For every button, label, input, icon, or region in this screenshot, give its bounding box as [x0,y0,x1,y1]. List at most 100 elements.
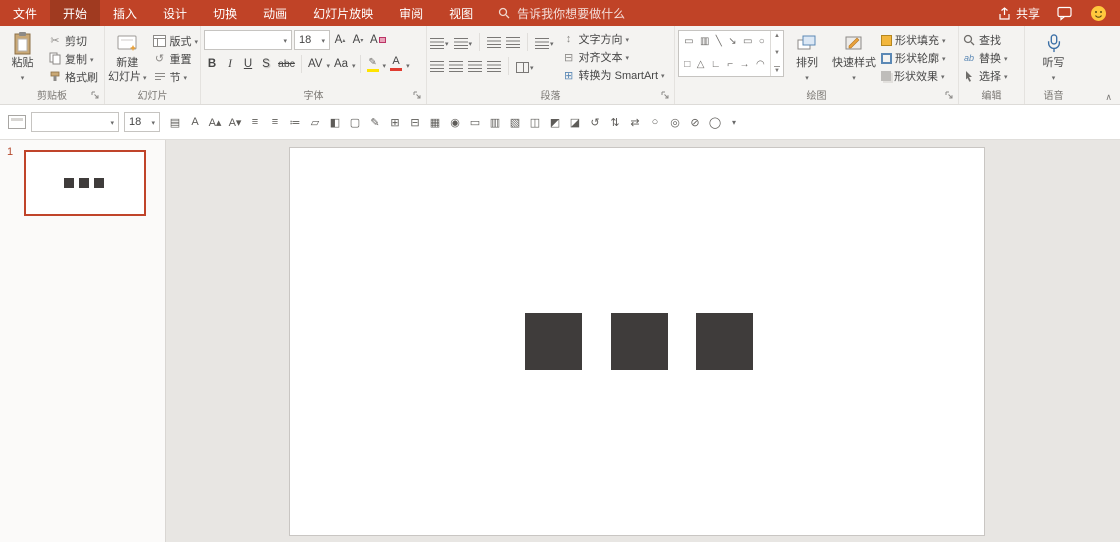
rectangle-shape[interactable]: ▭ [743,37,752,47]
tab-view[interactable]: 视图 [436,0,486,26]
bullets-button[interactable] [430,35,449,49]
text-highlight-color-button[interactable] [365,54,381,73]
clear-formatting-button[interactable]: A [368,31,388,49]
font-color-icon[interactable]: A [185,111,205,133]
slide-thumbnail-1[interactable] [24,150,146,216]
layout-button[interactable]: 版式 [150,32,202,49]
decrease-font-size-button[interactable]: A [350,31,366,49]
align-left-icon[interactable]: ≡ [245,111,265,133]
slide-preview-icon[interactable] [8,115,26,129]
text-box-shape[interactable]: ▭ [684,37,693,47]
reset-button[interactable]: 重置 [150,50,202,67]
bold-button[interactable]: B [204,55,220,73]
replace-button[interactable]: 替换 [962,50,1008,66]
italic-button[interactable]: I [222,55,238,73]
arrow-line-shape[interactable]: ↘ [728,37,736,47]
oval-shape[interactable]: ○ [759,37,765,47]
screen-recording-icon[interactable]: ◉ [445,111,465,133]
bring-forward-icon[interactable]: ◩ [545,111,565,133]
strikethrough-button[interactable]: abc [276,55,297,73]
increase-font-size-button[interactable]: A [332,31,348,49]
toolbar-more-commands-icon[interactable] [732,118,736,127]
donut-icon[interactable]: ◎ [665,111,685,133]
text-direction-button[interactable]: 文字方向 [562,31,665,47]
clipboard-dialog-launcher[interactable] [91,91,101,101]
text-shadow-button[interactable]: S [258,55,274,73]
convert-to-smartart-button[interactable]: 转换为 SmartArt [562,67,665,83]
gallery-scroll-up-icon[interactable]: ▲ [774,33,780,39]
comments-button[interactable] [1057,6,1073,21]
tab-insert[interactable]: 插入 [100,0,150,26]
paragraph-dialog-launcher[interactable] [661,91,671,101]
chart-icon[interactable]: ▧ [505,111,525,133]
numbering-button[interactable] [454,35,473,49]
grow-font-icon[interactable]: A▴ [205,111,225,133]
triangle-shape[interactable]: △ [697,60,705,70]
format-painter-icon[interactable]: ✎ [365,111,385,133]
align-center-icon[interactable]: ≡ [265,111,285,133]
slide-shape-rectangle-3[interactable] [696,313,753,370]
drawing-dialog-launcher[interactable] [945,91,955,101]
no-fill-icon[interactable]: ⊘ [685,111,705,133]
decrease-indent-button[interactable] [487,37,501,48]
format-painter-button[interactable]: 格式刷 [45,68,101,85]
font-size-combo[interactable]: 18 [294,30,330,50]
font-name-combo[interactable] [204,30,292,50]
tab-animations[interactable]: 动画 [250,0,300,26]
new-slide-button[interactable]: 新建 幻灯片 [108,30,147,83]
send-backward-icon[interactable]: ◪ [565,111,585,133]
font-dialog-launcher[interactable] [413,91,423,101]
align-text-button[interactable]: 对齐文本 [562,49,665,65]
shape-fill-icon[interactable]: ◧ [325,111,345,133]
tab-home[interactable]: 开始 [50,0,100,26]
square-shape[interactable]: □ [684,60,690,70]
line-spacing-button[interactable] [535,35,554,49]
slide-canvas[interactable] [289,147,985,536]
shape-fill-button[interactable]: 形状填充 [881,32,946,48]
bullets-icon[interactable]: ≔ [285,111,305,133]
font-color-button[interactable]: A [388,55,404,72]
slide-thumbnail-panel[interactable]: 1 [0,140,166,542]
elbow-connector-shape[interactable]: ∟ [711,60,721,70]
corner-shape[interactable]: ⌐ [727,60,733,70]
circle-icon[interactable]: ◯ [705,111,725,133]
increase-indent-button[interactable] [506,37,520,48]
align-right-button[interactable] [468,61,482,72]
shape-outline-button[interactable]: 形状轮廓 [881,50,946,66]
align-objects-icon[interactable]: ⇅ [605,111,625,133]
oval-icon[interactable]: ○ [645,111,665,133]
change-case-button[interactable]: Aa [332,55,350,73]
cut-button[interactable]: 剪切 [45,32,101,49]
gallery-scroll-down-icon[interactable]: ▼ [774,50,780,56]
distribute-icon[interactable]: ⇄ [625,111,645,133]
tab-review[interactable]: 审阅 [386,0,436,26]
dictate-button[interactable]: 听写 [1031,30,1077,83]
copy-icon[interactable]: ⊞ [385,111,405,133]
quick-styles-button[interactable]: 快速样式 [830,30,878,83]
gallery-more-icon[interactable]: ▼ [774,66,780,74]
tab-file[interactable]: 文件 [0,0,50,26]
justify-button[interactable] [487,61,501,72]
qat-font-size-combo[interactable]: 18 [124,112,160,132]
new-slide-icon[interactable]: ▤ [165,111,185,133]
qat-font-name-combo[interactable] [31,112,119,132]
table-icon[interactable]: ▥ [485,111,505,133]
line-shape[interactable]: ╲ [716,37,722,47]
curve-shape[interactable]: ◠ [756,60,765,70]
shapes-icon[interactable]: ▱ [305,111,325,133]
picture-placeholder-shape[interactable]: ▥ [700,37,709,47]
arrange-button[interactable]: 排列 [787,30,827,83]
picture-icon[interactable]: ▦ [425,111,445,133]
section-button[interactable]: 节 [150,68,202,85]
rotate-icon[interactable]: ↺ [585,111,605,133]
paste-icon[interactable]: ⊟ [405,111,425,133]
align-center-button[interactable] [449,61,463,72]
underline-button[interactable]: U [240,55,256,73]
text-box-icon[interactable]: ▭ [465,111,485,133]
tell-me-search[interactable]: 告诉我你想要做什么 [498,0,625,26]
shape-outline-icon[interactable]: ▢ [345,111,365,133]
group-objects-icon[interactable]: ◫ [525,111,545,133]
slide-shape-rectangle-1[interactable] [525,313,582,370]
tab-slideshow[interactable]: 幻灯片放映 [300,0,386,26]
find-button[interactable]: 查找 [962,32,1008,48]
